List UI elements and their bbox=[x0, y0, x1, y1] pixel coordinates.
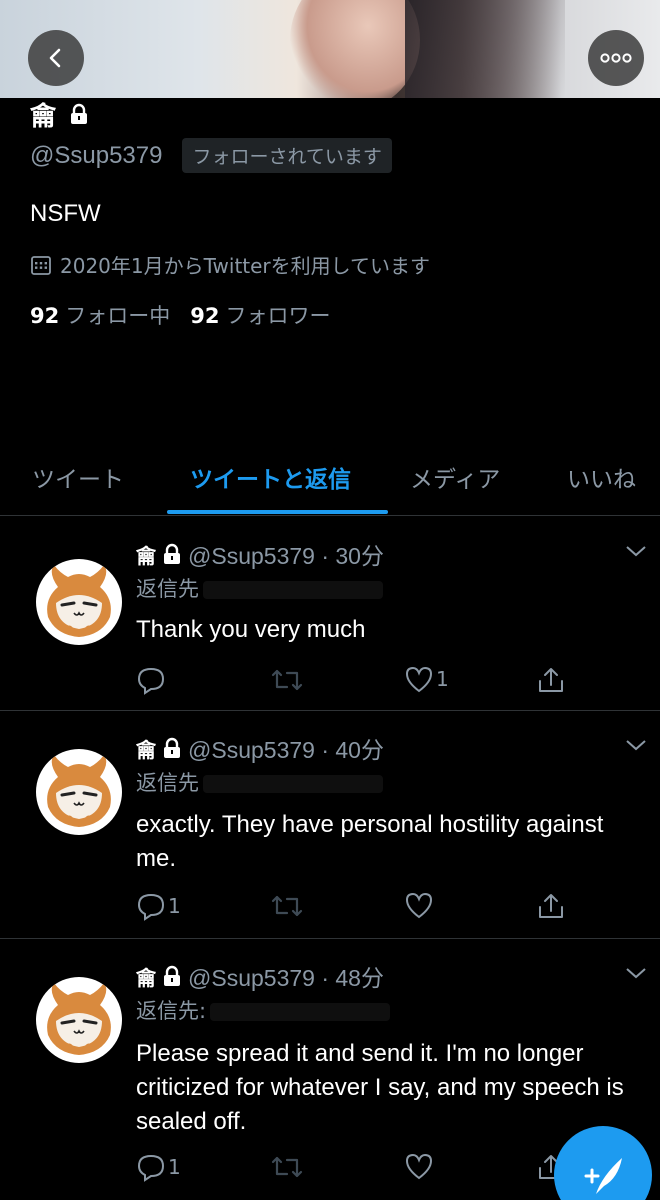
retweet-icon bbox=[271, 669, 303, 691]
calendar-icon bbox=[31, 255, 51, 275]
retweet-icon bbox=[271, 895, 303, 917]
reply-to-label: 返信先 bbox=[136, 577, 199, 601]
tweet[interactable]: 龠 @Ssup5379 · 30分 返信先 Thank you very muc… bbox=[0, 517, 660, 711]
following-count: 92 bbox=[30, 304, 60, 328]
avatar[interactable] bbox=[36, 559, 122, 645]
reply-button[interactable]: 1 bbox=[136, 1152, 181, 1182]
retweet-icon bbox=[271, 1156, 303, 1178]
tweet-text: Please spread it and send it. I'm no lon… bbox=[136, 1040, 624, 1135]
reply-button[interactable] bbox=[136, 665, 168, 695]
like-count: 1 bbox=[436, 667, 449, 691]
followers-label: フォロワー bbox=[225, 304, 331, 328]
tweet[interactable]: 龠 @Ssup5379 · 40分 返信先 exactly. They have… bbox=[0, 711, 660, 939]
avatar[interactable] bbox=[36, 749, 122, 835]
tweet-header: 龠 @Ssup5379 · 40分 bbox=[136, 731, 384, 765]
joined-text: 2020年1月からTwitterを利用しています bbox=[60, 254, 431, 278]
reply-to-redacted bbox=[203, 581, 383, 599]
follows-you-badge: フォローされています bbox=[182, 138, 392, 173]
lock-icon bbox=[164, 965, 180, 986]
banner-image-figure-shadow bbox=[405, 0, 565, 98]
tweet-text: exactly. They have personal hostility ag… bbox=[136, 811, 604, 872]
followers-count: 92 bbox=[190, 304, 220, 328]
chevron-down-icon[interactable] bbox=[624, 965, 648, 981]
tab-likes[interactable]: いいね bbox=[567, 460, 636, 494]
reply-count: 1 bbox=[168, 894, 181, 918]
like-icon bbox=[405, 1153, 433, 1180]
tweet-author-name[interactable]: 龠 bbox=[136, 540, 156, 569]
share-icon bbox=[539, 894, 563, 918]
retweet-button[interactable] bbox=[270, 1152, 304, 1182]
back-button[interactable] bbox=[28, 30, 84, 86]
followers-stat[interactable]: 92 フォロワー bbox=[190, 300, 330, 330]
lock-icon bbox=[164, 543, 180, 564]
profile-name: 龠 bbox=[30, 101, 58, 132]
following-stat[interactable]: 92 フォロー中 bbox=[30, 300, 170, 330]
more-icon bbox=[600, 53, 632, 63]
banner-image-figure bbox=[290, 0, 420, 98]
tweet-header: 龠 @Ssup5379 · 30分 bbox=[136, 537, 384, 571]
tab-tweets[interactable]: ツイート bbox=[32, 460, 124, 494]
reply-to: 返信先 bbox=[136, 573, 383, 603]
owl-avatar-icon bbox=[47, 565, 111, 637]
profile-name-row: 龠 bbox=[30, 100, 89, 132]
tweet-header: 龠 @Ssup5379 · 48分 bbox=[136, 959, 384, 993]
retweet-button[interactable] bbox=[270, 665, 304, 695]
reply-count: 1 bbox=[168, 1155, 181, 1179]
like-button[interactable] bbox=[404, 891, 436, 919]
handle-row: @Ssup5379 フォローされています bbox=[30, 138, 392, 173]
profile-banner[interactable] bbox=[0, 0, 660, 98]
reply-to: 返信先 bbox=[136, 767, 383, 797]
chevron-down-icon[interactable] bbox=[624, 737, 648, 753]
tab-media[interactable]: メディア bbox=[410, 460, 500, 494]
share-button[interactable] bbox=[536, 665, 566, 695]
follow-stats: 92 フォロー中 92 フォロワー bbox=[30, 300, 330, 330]
back-arrow-icon bbox=[49, 48, 61, 68]
reply-icon bbox=[137, 667, 165, 695]
like-button[interactable] bbox=[404, 1152, 436, 1180]
reply-to-label: 返信先 bbox=[136, 771, 199, 795]
tweet-author-name[interactable]: 龠 bbox=[136, 734, 156, 763]
lock-icon bbox=[71, 103, 88, 124]
owl-avatar-icon bbox=[47, 983, 111, 1055]
profile-tabs: ツイート ツイートと返信 メディア いいね bbox=[0, 452, 660, 516]
tweet-handle-time: @Ssup5379 · 30分 bbox=[188, 543, 384, 569]
reply-to-label: 返信先: bbox=[136, 999, 207, 1023]
tweet-author-name[interactable]: 龠 bbox=[136, 962, 156, 991]
tweet-handle-time: @Ssup5379 · 40分 bbox=[188, 737, 384, 763]
tweet-actions: 1 bbox=[136, 891, 636, 921]
share-button[interactable] bbox=[536, 891, 566, 921]
following-label: フォロー中 bbox=[65, 304, 171, 328]
retweet-button[interactable] bbox=[270, 891, 304, 921]
reply-to-redacted bbox=[203, 775, 383, 793]
compose-tweet-icon bbox=[584, 1158, 622, 1194]
reply-icon bbox=[137, 893, 165, 921]
reply-to-redacted bbox=[210, 1003, 391, 1021]
like-button[interactable]: 1 bbox=[404, 665, 449, 693]
like-icon bbox=[405, 666, 433, 693]
joined-date: 2020年1月からTwitterを利用しています bbox=[30, 250, 430, 279]
tab-tweets-and-replies[interactable]: ツイートと返信 bbox=[190, 460, 351, 494]
lock-icon bbox=[164, 737, 180, 758]
chevron-down-icon[interactable] bbox=[624, 543, 648, 559]
tweet-handle-time: @Ssup5379 · 48分 bbox=[188, 965, 384, 991]
share-icon bbox=[539, 668, 563, 692]
owl-avatar-icon bbox=[47, 755, 111, 827]
reply-to: 返信先: bbox=[136, 995, 391, 1025]
tweet-actions: 1 bbox=[136, 665, 636, 695]
reply-icon bbox=[137, 1154, 165, 1182]
avatar[interactable] bbox=[36, 977, 122, 1063]
active-tab-indicator bbox=[167, 510, 388, 514]
profile-handle: @Ssup5379 bbox=[30, 141, 163, 169]
reply-button[interactable]: 1 bbox=[136, 891, 181, 921]
tweet-text: Thank you very much bbox=[136, 616, 366, 643]
like-icon bbox=[405, 892, 433, 919]
more-options-button[interactable] bbox=[588, 30, 644, 86]
profile-bio: NSFW bbox=[30, 200, 101, 227]
